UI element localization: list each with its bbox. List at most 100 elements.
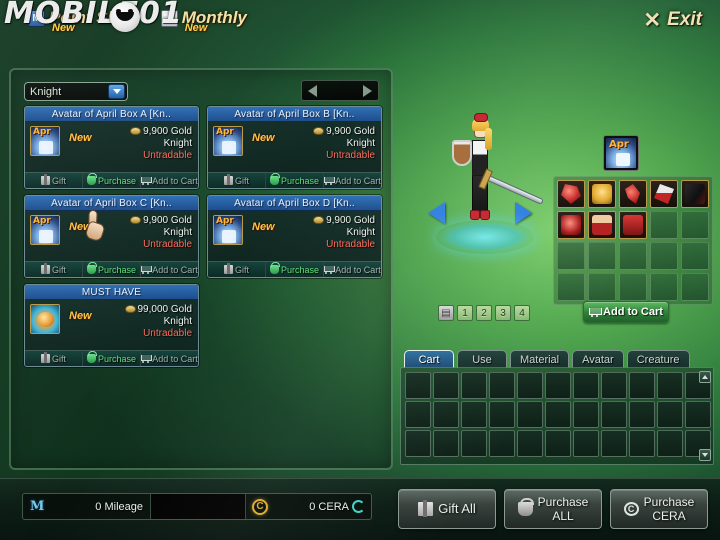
add-to-cart-button[interactable]: Add to Cart <box>324 262 381 277</box>
cart-slot[interactable] <box>489 372 515 399</box>
cart-slot[interactable] <box>573 372 599 399</box>
april-box-icon[interactable] <box>30 215 60 245</box>
cart-slot[interactable] <box>573 430 599 457</box>
cart-slot[interactable] <box>461 430 487 457</box>
chevron-down-icon[interactable] <box>108 84 125 99</box>
item-card[interactable]: MUST HAVE New 99,000 Gold Knight Untrada… <box>24 284 199 367</box>
preview-page-1[interactable]: 1 <box>457 305 473 321</box>
april-box-icon[interactable] <box>213 215 243 245</box>
cart-slot[interactable] <box>461 372 487 399</box>
exit-button[interactable]: ✕ Exit <box>644 9 702 31</box>
gift-button[interactable]: Gift <box>208 173 266 188</box>
cart-slot[interactable] <box>433 401 459 428</box>
cart-slot[interactable] <box>405 401 431 428</box>
purchase-button[interactable]: Purchase <box>266 262 324 277</box>
cart-slot[interactable] <box>573 401 599 428</box>
cart-slot[interactable] <box>405 430 431 457</box>
cart-slot[interactable] <box>601 430 627 457</box>
cart-slot[interactable] <box>657 372 683 399</box>
equip-slot[interactable] <box>650 180 678 208</box>
cart-slot[interactable] <box>517 401 543 428</box>
april-box-icon[interactable] <box>30 126 60 156</box>
equip-slot[interactable] <box>588 273 616 301</box>
equip-slot[interactable] <box>650 211 678 239</box>
prev-page-icon[interactable] <box>308 84 317 97</box>
add-to-cart-button[interactable]: Add to Cart <box>141 173 198 188</box>
preview-add-to-cart-button[interactable]: Add to Cart <box>583 301 669 323</box>
purchase-button[interactable]: Purchase <box>83 351 141 366</box>
cart-slot[interactable] <box>545 372 571 399</box>
april-box-icon[interactable] <box>213 126 243 156</box>
equip-slot[interactable] <box>650 242 678 270</box>
cart-slot[interactable] <box>461 401 487 428</box>
preview-page-3[interactable]: 3 <box>495 305 511 321</box>
cart-slot[interactable] <box>629 401 655 428</box>
equip-slot[interactable] <box>619 273 647 301</box>
cart-slot[interactable] <box>405 372 431 399</box>
tab-creature[interactable]: Creature <box>626 350 690 368</box>
tab-material[interactable]: Material <box>510 350 570 368</box>
purchase-all-button[interactable]: Purchase ALL <box>504 489 602 529</box>
equip-slot[interactable] <box>650 273 678 301</box>
tab-cart[interactable]: Cart <box>404 350 454 368</box>
tab-use[interactable]: Use <box>457 350 507 368</box>
cart-slot[interactable] <box>657 401 683 428</box>
item-card[interactable]: Avatar of April Box B [Kn.. New 9,900 Go… <box>207 106 382 189</box>
rotate-left-icon[interactable] <box>428 202 445 224</box>
add-to-cart-button[interactable]: Add to Cart <box>324 173 381 188</box>
cart-slot[interactable] <box>517 372 543 399</box>
cart-slot[interactable] <box>657 430 683 457</box>
must-have-orb-icon[interactable] <box>30 304 60 334</box>
cart-slot[interactable] <box>629 430 655 457</box>
gift-button[interactable]: Gift <box>25 262 83 277</box>
tab-avatar[interactable]: Avatar <box>572 350 624 368</box>
equip-slot[interactable] <box>619 242 647 270</box>
preview-page-4[interactable]: 4 <box>514 305 530 321</box>
equip-slot[interactable] <box>681 180 709 208</box>
purchase-button[interactable]: Purchase <box>83 173 141 188</box>
cart-slot[interactable] <box>629 372 655 399</box>
refresh-icon[interactable] <box>352 500 365 513</box>
equip-slot[interactable] <box>557 180 585 208</box>
add-to-cart-button[interactable]: Add to Cart <box>141 351 198 366</box>
scroll-up-icon[interactable] <box>699 371 711 383</box>
equip-slot[interactable] <box>557 211 585 239</box>
gift-all-button[interactable]: Gift All <box>398 489 496 529</box>
equip-slot[interactable] <box>681 273 709 301</box>
gift-button[interactable]: Gift <box>25 351 83 366</box>
equip-slot[interactable] <box>557 273 585 301</box>
equip-slot[interactable] <box>588 242 616 270</box>
cart-slot[interactable] <box>433 372 459 399</box>
equipped-april-box-icon[interactable] <box>604 136 638 170</box>
equip-slot[interactable] <box>588 180 616 208</box>
add-to-cart-button[interactable]: Add to Cart <box>141 262 198 277</box>
purchase-button[interactable]: Purchase <box>266 173 324 188</box>
preview-page-2[interactable]: 2 <box>476 305 492 321</box>
item-card[interactable]: Avatar of April Box A [Kn.. New 9,900 Go… <box>24 106 199 189</box>
cart-slot[interactable] <box>545 401 571 428</box>
purchase-cera-button[interactable]: C Purchase CERA <box>610 489 708 529</box>
cart-slot[interactable] <box>489 430 515 457</box>
equip-slot[interactable] <box>619 211 647 239</box>
equip-slot[interactable] <box>619 180 647 208</box>
cart-slot[interactable] <box>601 372 627 399</box>
item-card[interactable]: Avatar of April Box D [Kn.. New 9,900 Go… <box>207 195 382 278</box>
purchase-button[interactable]: Purchase <box>83 262 141 277</box>
preset-icon[interactable]: ▤ <box>438 305 454 321</box>
cart-slot[interactable] <box>433 430 459 457</box>
equip-slot[interactable] <box>588 211 616 239</box>
cart-slot[interactable] <box>517 430 543 457</box>
cart-slot[interactable] <box>489 401 515 428</box>
equip-slot[interactable] <box>681 242 709 270</box>
cart-slot[interactable] <box>545 430 571 457</box>
gift-button[interactable]: Gift <box>25 173 83 188</box>
scroll-down-icon[interactable] <box>699 449 711 461</box>
equip-slot[interactable] <box>557 242 585 270</box>
item-card[interactable]: Avatar of April Box C [Kn.. New 9,900 Go… <box>24 195 199 278</box>
cart-scrollbar[interactable] <box>699 371 711 461</box>
gift-button[interactable]: Gift <box>208 262 266 277</box>
class-filter-dropdown[interactable]: Knight <box>24 82 128 101</box>
cart-slot[interactable] <box>601 401 627 428</box>
next-page-icon[interactable] <box>363 84 372 97</box>
equip-slot[interactable] <box>681 211 709 239</box>
